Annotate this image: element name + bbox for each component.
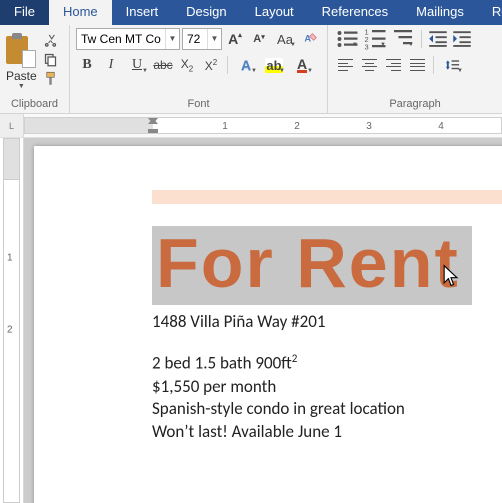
tab-file[interactable]: File — [0, 0, 49, 25]
document-body[interactable]: 1488 Villa Piña Way #201 2 bed 1.5 bath … — [152, 311, 502, 444]
ruler-tick: 4 — [438, 121, 444, 132]
tab-review[interactable]: Rev — [478, 0, 502, 25]
group-label-clipboard: Clipboard — [6, 97, 63, 113]
align-left-button[interactable] — [334, 54, 356, 76]
ruler-tick: 1 — [222, 121, 228, 132]
ribbon-tabstrip: File Home Insert Design Layout Reference… — [0, 0, 502, 25]
align-center-button[interactable] — [358, 54, 380, 76]
tab-selector[interactable]: L — [0, 114, 24, 137]
document-area: 1 2 For Rent 1488 Villa Piña Way #201 2 … — [0, 138, 502, 503]
ruler-tick: 2 — [294, 121, 300, 132]
strikethrough-button[interactable]: abc — [152, 54, 174, 76]
font-name-combo[interactable]: ▼ — [76, 28, 180, 50]
ribbon: Paste ▼ Clipboard — [0, 25, 502, 114]
shrink-font-button[interactable]: A — [248, 28, 270, 50]
svg-text:A: A — [304, 34, 311, 44]
ruler-tick: 3 — [366, 121, 372, 132]
document-page[interactable]: For Rent 1488 Villa Piña Way #201 2 bed … — [34, 146, 502, 503]
clear-formatting-button[interactable]: A — [300, 28, 322, 50]
paste-button[interactable]: Paste ▼ — [6, 28, 37, 97]
highlight-button[interactable]: ab▼ — [261, 54, 287, 76]
text-effects-button[interactable]: A▼ — [233, 54, 259, 76]
subscript-button[interactable]: X2 — [176, 54, 198, 76]
spec-line[interactable]: 2 bed 1.5 bath 900ft2 — [152, 352, 502, 376]
italic-button[interactable]: I — [100, 54, 122, 76]
decrease-indent-button[interactable] — [427, 28, 449, 50]
address-line[interactable]: 1488 Villa Piña Way #201 — [152, 311, 502, 334]
paste-icon — [6, 32, 36, 68]
headline-text[interactable]: For Rent — [156, 232, 466, 295]
multilevel-list-button[interactable]: ▼ — [390, 28, 416, 50]
font-name-input[interactable] — [77, 29, 165, 49]
change-case-button[interactable]: Aa▼ — [272, 28, 298, 50]
ruler-tick: 1 — [7, 253, 13, 264]
tab-insert[interactable]: Insert — [112, 0, 173, 25]
chevron-down-icon[interactable]: ▼ — [18, 83, 25, 90]
cut-button[interactable] — [42, 32, 60, 48]
group-clipboard: Paste ▼ Clipboard — [0, 25, 70, 113]
chevron-down-icon[interactable]: ▼ — [165, 29, 179, 49]
format-painter-button[interactable] — [42, 70, 60, 86]
font-size-input[interactable] — [183, 29, 207, 49]
align-right-button[interactable] — [382, 54, 404, 76]
headline-selection[interactable]: For Rent — [152, 226, 472, 305]
page-scroll[interactable]: For Rent 1488 Villa Piña Way #201 2 bed … — [24, 138, 502, 503]
tab-mailings[interactable]: Mailings — [402, 0, 478, 25]
increase-indent-button[interactable] — [451, 28, 473, 50]
numbering-button[interactable]: 123▼ — [362, 28, 388, 50]
tab-home[interactable]: Home — [49, 0, 112, 25]
chevron-down-icon[interactable]: ▼ — [207, 29, 221, 49]
line-spacing-button[interactable]: ▼ — [439, 54, 465, 76]
underline-button[interactable]: U▼ — [124, 54, 150, 76]
paste-label: Paste — [6, 69, 37, 83]
tab-design[interactable]: Design — [172, 0, 240, 25]
avail-line[interactable]: Won’t last! Available June 1 — [152, 421, 502, 444]
font-color-button[interactable]: A▼ — [289, 54, 315, 76]
decorative-stripe — [152, 190, 502, 204]
bullets-button[interactable]: ▼ — [334, 28, 360, 50]
font-size-combo[interactable]: ▼ — [182, 28, 222, 50]
tab-references[interactable]: References — [308, 0, 402, 25]
copy-button[interactable] — [42, 51, 60, 67]
spec-text: 2 bed 1.5 bath 900ft — [152, 353, 292, 374]
tab-layout[interactable]: Layout — [241, 0, 308, 25]
hanging-indent[interactable] — [148, 118, 158, 124]
left-indent[interactable] — [148, 129, 158, 134]
bold-button[interactable]: B — [76, 54, 98, 76]
superscript-button[interactable]: X2 — [200, 54, 222, 76]
desc-line[interactable]: Spanish-style condo in great location — [152, 398, 502, 421]
mouse-cursor-icon — [442, 264, 460, 291]
vertical-ruler[interactable]: 1 2 — [0, 138, 24, 503]
group-label-paragraph: Paragraph — [334, 97, 496, 113]
group-paragraph: ▼ 123▼ ▼ ▼ Paragraph — [328, 25, 502, 113]
grow-font-button[interactable]: A — [224, 28, 246, 50]
price-line[interactable]: $1,550 per month — [152, 376, 502, 399]
group-font: ▼ ▼ A A Aa▼ A B I U▼ — [70, 25, 328, 113]
group-label-font: Font — [76, 97, 321, 113]
ruler-area: L 1 2 3 4 5 — [0, 114, 502, 138]
ruler-tick: 2 — [7, 325, 13, 336]
justify-button[interactable] — [406, 54, 428, 76]
horizontal-ruler[interactable]: 1 2 3 4 5 — [24, 117, 502, 134]
svg-text:3: 3 — [365, 43, 369, 52]
spec-superscript: 2 — [292, 352, 298, 365]
